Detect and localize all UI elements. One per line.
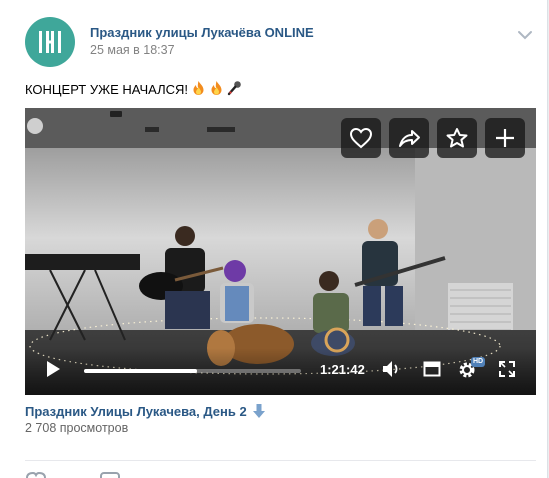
divider — [25, 460, 536, 461]
chevron-down-icon[interactable] — [514, 28, 536, 42]
video-controls: 1:21:42 HD — [25, 348, 536, 395]
like-icon[interactable] — [25, 472, 47, 478]
add-video-button[interactable] — [485, 118, 525, 158]
post-text: КОНЦЕРТ УЖЕ НАЧАЛСЯ! — [25, 80, 242, 99]
progress-bar-fill — [84, 369, 197, 373]
volume-icon[interactable] — [382, 360, 402, 378]
video-player[interactable]: 1:21:42 HD — [25, 108, 536, 395]
share-icon — [399, 130, 420, 147]
post-author[interactable]: Праздник улицы Лукачёва ONLINE — [90, 25, 314, 40]
miniplayer-icon[interactable] — [423, 360, 441, 378]
video-title-text: Праздник Улицы Лукачева, День 2 — [25, 403, 247, 419]
plus-icon — [496, 129, 514, 147]
arrow-down-icon — [252, 404, 265, 418]
play-icon[interactable] — [45, 360, 61, 378]
heart-icon — [349, 127, 373, 149]
fullscreen-icon[interactable] — [498, 360, 516, 378]
share-video-button[interactable] — [389, 118, 429, 158]
video-time: 1:21:42 — [320, 362, 365, 377]
post-card: Праздник улицы Лукачёва ONLINE 25 мая в … — [0, 0, 548, 478]
fire-emoji — [209, 80, 224, 99]
star-icon — [446, 128, 468, 148]
video-views: 2 708 просмотров — [25, 421, 129, 435]
video-title[interactable]: Праздник Улицы Лукачева, День 2 — [25, 403, 266, 419]
community-avatar[interactable] — [25, 17, 75, 67]
comment-icon[interactable] — [100, 472, 120, 478]
progress-bar[interactable] — [84, 369, 301, 373]
hd-badge: HD — [471, 357, 486, 367]
bookmark-video-button[interactable] — [437, 118, 477, 158]
post-date[interactable]: 25 мая в 18:37 — [90, 43, 175, 57]
like-video-button[interactable] — [341, 118, 381, 158]
fire-emoji — [191, 80, 206, 99]
community-logo-icon — [39, 31, 61, 53]
post-text-content: КОНЦЕРТ УЖЕ НАЧАЛСЯ! — [25, 82, 188, 97]
microphone-emoji — [227, 80, 242, 99]
